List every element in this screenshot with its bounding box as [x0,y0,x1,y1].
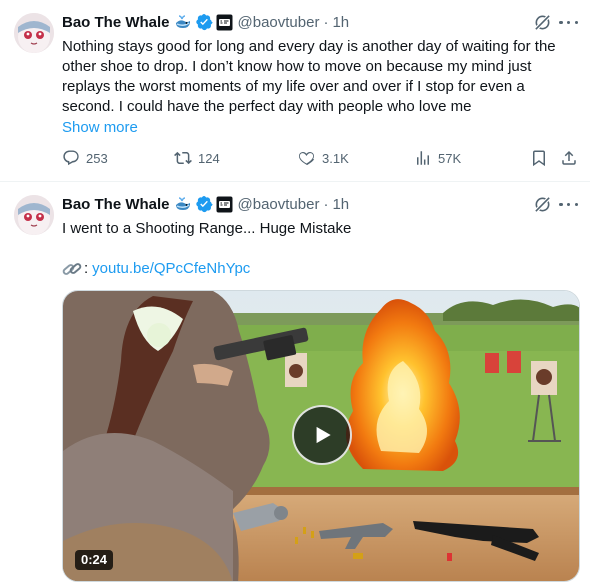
share-button[interactable] [560,148,578,168]
separator-dot: · [323,13,329,31]
avatar[interactable] [14,13,54,53]
author-handle[interactable]: @baovtuber [238,196,320,213]
video-player[interactable]: 0:24 [62,290,580,582]
avatar[interactable] [14,195,54,235]
action-bar: 253 124 3.1K 57K [62,148,582,168]
affiliate-badge-icon[interactable] [216,196,233,213]
reply-icon [63,150,79,166]
more-options-icon[interactable] [559,195,578,214]
share-icon [562,150,576,165]
show-more-link[interactable]: Show more [62,118,138,138]
like-button[interactable]: 3.1K [298,148,349,168]
more-options-icon[interactable] [559,13,578,32]
grok-icon[interactable] [533,195,552,214]
verified-badge-icon[interactable] [195,195,213,213]
like-count: 3.1K [322,150,349,166]
repost-button[interactable]: 124 [174,148,220,168]
link-colon: : [84,260,89,277]
verified-badge-icon[interactable] [195,13,213,31]
video-link[interactable]: youtu.be/QPcCfeNhYpc [92,259,250,279]
bookmark-icon [533,150,545,167]
tweet-text: Nothing stays good for long and every da… [62,38,556,115]
author-name[interactable]: Bao The Whale [62,196,170,213]
reply-count: 253 [86,150,108,166]
heart-icon [298,151,315,166]
play-icon [316,426,331,444]
author-handle[interactable]: @baovtuber [238,14,320,31]
video-duration: 0:24 [75,550,114,570]
timestamp[interactable]: 1h [332,196,349,213]
tweet-header: Bao The Whale @baovtuber · 1h [62,12,349,32]
whale-emoji [174,195,192,213]
views-count: 57K [438,150,462,166]
bookmark-button[interactable] [530,148,548,168]
tweet-header: Bao The Whale @baovtuber · 1h [62,194,349,214]
grok-icon[interactable] [533,13,552,32]
tweet-text: I went to a Shooting Range... Huge Mista… [62,220,352,237]
views-button[interactable]: 57K [414,148,461,168]
tweet-link-line: : youtu.be/QPcCfeNhYpc [62,259,250,279]
play-button[interactable] [292,405,352,465]
timestamp[interactable]: 1h [332,14,349,31]
separator-dot: · [323,195,329,213]
views-chart-icon [417,151,429,165]
link-emoji-icon [62,260,82,278]
affiliate-badge-icon[interactable] [216,14,233,31]
tweet[interactable]: Bao The Whale @baovtuber · 1h Nothing st… [0,0,590,182]
reply-button[interactable]: 253 [62,148,108,168]
whale-emoji [174,13,192,31]
repost-count: 124 [198,150,220,166]
repost-icon [174,151,192,165]
tweet[interactable]: Bao The Whale @baovtuber · 1h I went to … [0,182,590,588]
author-name[interactable]: Bao The Whale [62,14,170,31]
